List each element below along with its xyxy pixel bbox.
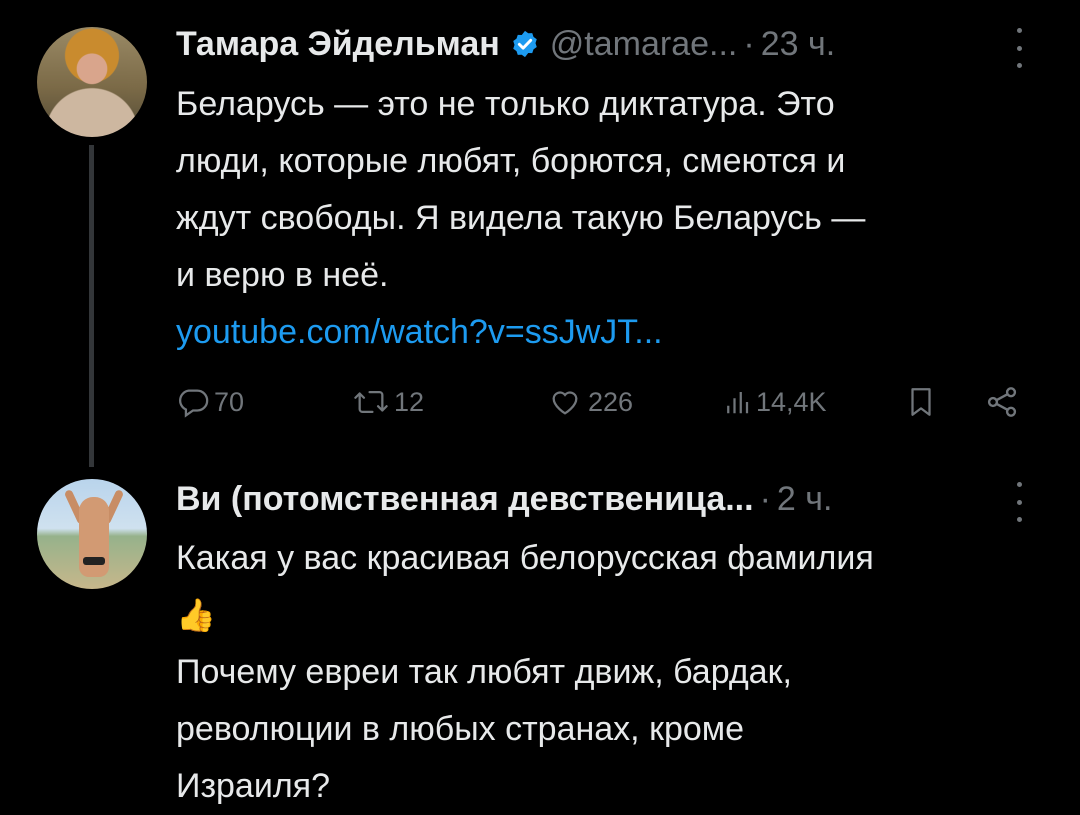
timestamp[interactable]: 23 ч. — [761, 24, 835, 64]
bookmark-button[interactable] — [904, 380, 938, 424]
tweet-header: Тамара Эйдельман @tamarae... · 23 ч. — [176, 24, 835, 64]
views-count: 14,4K — [756, 386, 827, 417]
repost-button[interactable]: 12 — [352, 380, 424, 424]
reply-icon — [179, 389, 209, 418]
like-icon — [552, 391, 578, 415]
tweet-line: Какая у вас красивая белорусская фамилия — [176, 539, 874, 577]
tweet-line: революции в любых странах, кроме — [176, 710, 745, 748]
views-icon — [727, 392, 749, 414]
share-icon — [987, 387, 1017, 417]
like-button[interactable]: 226 — [546, 380, 633, 424]
more-icon[interactable] — [1016, 28, 1022, 68]
separator-dot: · — [759, 480, 771, 518]
tweet-text: Какая у вас красивая белорусская фамилия… — [176, 530, 1056, 815]
reply-button[interactable]: 70 — [176, 380, 244, 424]
verified-badge-icon — [513, 30, 537, 58]
thumbs-up-emoji: 👍 — [176, 597, 216, 633]
tweet-header: Ви (потомственная девственица... · 2 ч. — [176, 479, 832, 519]
repost-icon — [354, 390, 388, 414]
repost-count: 12 — [394, 386, 425, 417]
tweet-link[interactable]: youtube.com/watch?v=ssJwJT... — [176, 304, 1056, 361]
views-button[interactable]: 14,4K — [722, 380, 827, 424]
share-button[interactable] — [984, 380, 1020, 424]
more-icon[interactable] — [1016, 482, 1022, 522]
bookmark-icon — [911, 388, 931, 416]
tweet-line: Израиля? — [176, 767, 330, 805]
separator-dot: · — [743, 25, 755, 63]
tweet-text: Беларусь — это не только диктатура. Это … — [176, 76, 1056, 361]
timestamp[interactable]: 2 ч. — [777, 479, 833, 519]
author-handle[interactable]: @tamarae... — [550, 24, 738, 64]
thread-line — [89, 145, 94, 467]
avatar-vi[interactable] — [37, 479, 147, 589]
tweet-line: Почему евреи так любят движ, бардак, — [176, 653, 792, 691]
author-name[interactable]: Тамара Эйдельман — [176, 24, 500, 64]
tweet-line: и верю в неё. — [176, 256, 389, 294]
reply-count: 70 — [214, 386, 245, 417]
tweet-actions: 70 12 226 14,4K — [176, 380, 1026, 424]
like-count: 226 — [588, 386, 634, 417]
avatar-tamara[interactable] — [37, 27, 147, 137]
author-name[interactable]: Ви (потомственная девственица... — [176, 479, 754, 519]
tweet-line: ждут свободы. Я видела такую Беларусь — — [176, 199, 866, 237]
tweet-line: люди, которые любят, борются, смеются и — [176, 142, 846, 180]
tweet-line: Беларусь — это не только диктатура. Это — [176, 85, 835, 123]
